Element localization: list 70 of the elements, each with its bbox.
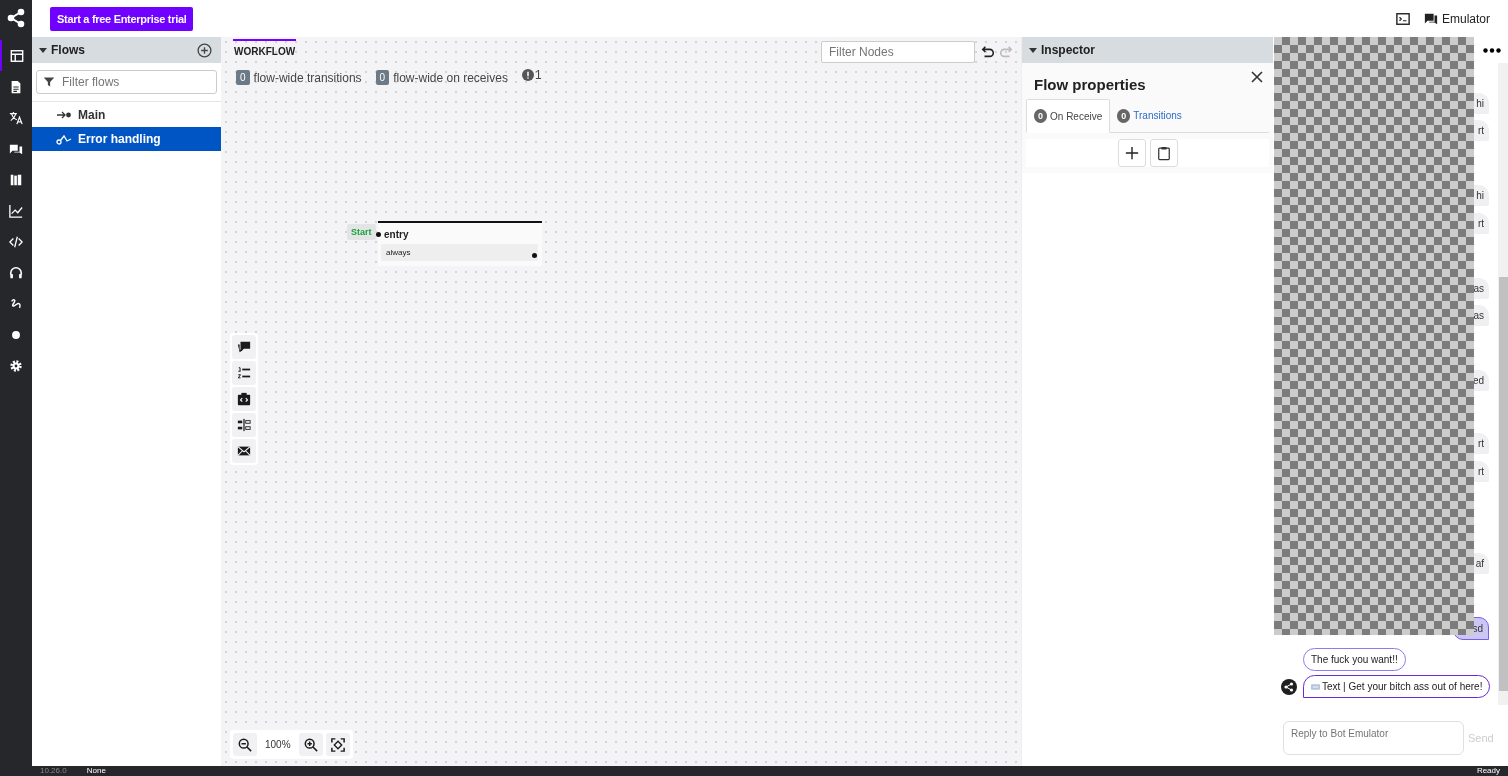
node-title: entry — [384, 229, 410, 240]
fit-view-icon[interactable] — [330, 737, 345, 752]
flow-item[interactable]: Error handling — [32, 127, 221, 151]
more-icon[interactable] — [1483, 47, 1501, 53]
flow-item[interactable]: Main — [32, 103, 221, 127]
count-badge: 0 — [236, 70, 250, 85]
status-text: None — [86, 766, 107, 776]
zoom-out-icon[interactable] — [238, 737, 252, 752]
counter-label[interactable]: flow-wide transitions — [253, 70, 362, 85]
flow-node[interactable]: entry always — [378, 221, 542, 266]
input-port[interactable] — [376, 232, 381, 237]
mail-tool-button[interactable] — [232, 439, 256, 463]
zoom-out-button[interactable] — [233, 733, 257, 756]
inspector-title: Flow properties — [1034, 76, 1146, 93]
panel-title[interactable]: Flows — [51, 43, 193, 57]
transition-item[interactable]: always — [381, 244, 538, 261]
undo-icon[interactable] — [981, 44, 995, 59]
output-port[interactable] — [532, 253, 537, 258]
workflow-tab[interactable]: WORKFLOW — [233, 39, 297, 57]
zoom-in-button[interactable] — [298, 733, 323, 756]
fit-view-button[interactable] — [325, 733, 350, 756]
settings-icon[interactable] — [9, 358, 23, 373]
scrollbar[interactable] — [1498, 63, 1508, 705]
panel-title[interactable]: Inspector — [1041, 43, 1265, 57]
inspector-tab[interactable]: 0 On Receive — [1026, 99, 1111, 133]
paste-button[interactable] — [1149, 139, 1178, 167]
counter-label[interactable]: flow-wide on receives — [393, 70, 508, 85]
terminal-icon[interactable] — [1395, 11, 1410, 26]
add-icon[interactable] — [197, 42, 212, 58]
reply-field[interactable]: Reply to Bot Emulator — [1283, 721, 1464, 755]
bot-avatar-icon — [1281, 678, 1297, 695]
library-icon[interactable] — [9, 172, 23, 187]
enterprise-trial-button[interactable]: Start a free Enterprise trial — [50, 6, 194, 31]
zoom-level: 100% — [264, 739, 292, 750]
filter-nodes-field[interactable]: Filter Nodes — [821, 40, 975, 63]
count-badge: 0 — [375, 70, 390, 85]
plus-icon[interactable] — [1124, 146, 1139, 160]
share-logo-icon[interactable] — [6, 8, 26, 28]
add-button[interactable] — [1117, 139, 1146, 167]
clipboard-icon[interactable] — [1156, 145, 1171, 161]
split-tool-button[interactable] — [232, 413, 256, 437]
inspector-tab[interactable]: 0 Transitions — [1110, 99, 1189, 132]
arrow-to-dot-icon — [56, 110, 72, 120]
translate-icon[interactable] — [9, 110, 23, 125]
status-text: Ready — [1476, 766, 1500, 776]
document-icon[interactable] — [9, 79, 23, 94]
chat-icon[interactable] — [237, 340, 251, 354]
start-label: Start — [347, 224, 376, 240]
layout-icon[interactable] — [10, 48, 24, 63]
zoom-in-icon[interactable] — [303, 737, 318, 752]
numbered-list-icon[interactable] — [237, 366, 251, 380]
scrollbar-thumb[interactable] — [1499, 277, 1508, 691]
envelope-icon[interactable] — [237, 444, 251, 458]
line-chart-icon[interactable] — [9, 203, 23, 218]
branch-icon — [56, 133, 72, 145]
version-label: 10.26.0 — [40, 766, 67, 776]
chat-icon[interactable] — [1423, 11, 1438, 26]
say-tool-button[interactable] — [232, 335, 256, 359]
code-icon[interactable] — [237, 392, 251, 406]
list-tool-button[interactable] — [232, 361, 256, 385]
split-icon[interactable] — [237, 418, 251, 432]
filter-flows-field[interactable]: Filter flows — [36, 70, 217, 94]
close-icon[interactable] — [1251, 71, 1263, 83]
emulator-button[interactable]: Emulator — [1421, 9, 1492, 28]
warning-icon[interactable] — [521, 69, 534, 81]
code-tool-button[interactable] — [232, 387, 256, 411]
headset-icon[interactable] — [9, 265, 23, 280]
warning-count: 1 — [534, 68, 542, 82]
squiggle-icon[interactable] — [9, 296, 23, 311]
code-icon[interactable] — [9, 234, 23, 249]
